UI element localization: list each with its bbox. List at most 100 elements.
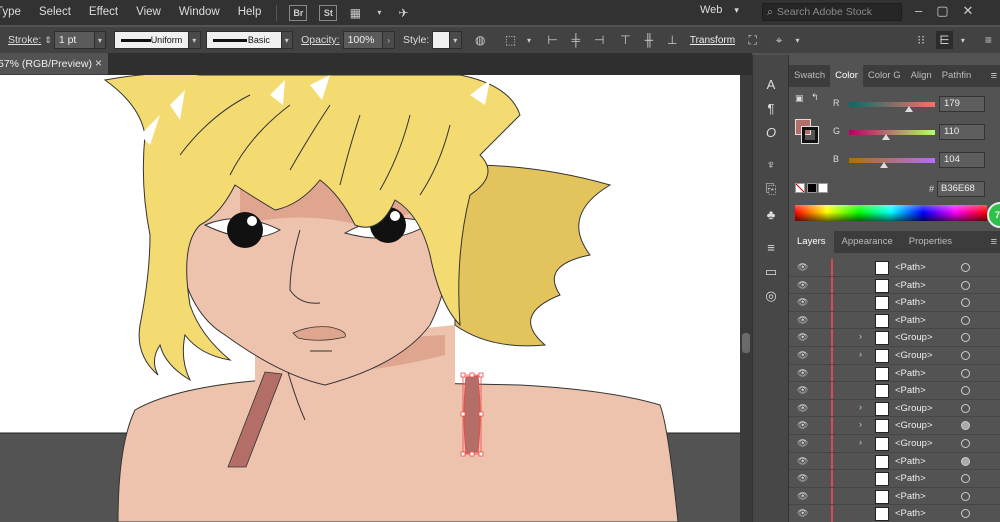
target-circle-icon[interactable] [961, 509, 970, 519]
paragraph-icon[interactable]: ¶ [762, 99, 780, 117]
target-circle-icon[interactable] [961, 403, 970, 413]
target-circle-icon[interactable] [961, 368, 970, 378]
opentype-icon[interactable]: O [762, 123, 780, 141]
menu-effect[interactable]: Effect [80, 0, 127, 25]
layer-name[interactable]: <Path> [895, 456, 926, 467]
vertical-scrollbar[interactable] [740, 75, 752, 522]
layer-row[interactable]: 👁 › <Group> [789, 417, 1000, 435]
layer-row[interactable]: 👁 › <Group> [789, 347, 1000, 365]
stock-icon[interactable]: St [319, 4, 338, 21]
red-slider-knob[interactable] [905, 106, 914, 112]
chevron-down-icon[interactable]: ▾ [281, 31, 294, 49]
layer-name[interactable]: <Path> [895, 297, 926, 308]
selection-handle[interactable] [478, 451, 484, 457]
selection-handle[interactable] [460, 411, 466, 417]
layer-name[interactable]: <Path> [895, 385, 926, 396]
panel-menu-icon[interactable]: ⋿ [935, 31, 954, 49]
stock-search-input[interactable]: ⌕ Search Adobe Stock [762, 3, 902, 21]
green-slider-track[interactable] [849, 130, 935, 135]
minimize-icon[interactable]: – [915, 3, 922, 19]
bridge-icon[interactable]: Br [289, 4, 308, 21]
visibility-eye-icon[interactable]: 👁 [797, 368, 808, 379]
chevron-down-icon[interactable]: ▾ [959, 31, 967, 49]
visibility-eye-icon[interactable]: 👁 [797, 315, 808, 326]
layer-row[interactable]: 👁 <Path> [789, 505, 1000, 522]
layer-row[interactable]: 👁 <Path> [789, 487, 1000, 506]
menu-window[interactable]: Window [170, 0, 229, 25]
selection-handle[interactable] [478, 411, 484, 417]
layer-name[interactable]: <Path> [895, 491, 926, 502]
align-to-icon[interactable]: ⬚ [502, 31, 519, 49]
tab-color[interactable]: Color [830, 65, 863, 87]
visibility-eye-icon[interactable]: 👁 [797, 280, 808, 291]
hex-value-field[interactable]: B36E68 [937, 181, 985, 197]
selection-handle[interactable] [460, 372, 466, 378]
layer-row[interactable]: 👁 <Path> [789, 452, 1000, 471]
layer-row[interactable]: 👁 <Path> [789, 276, 1000, 295]
layer-row[interactable]: 👁 › <Group> [789, 435, 1000, 453]
gradient-icon[interactable]: ▭ [762, 263, 780, 281]
opacity-field[interactable]: 100% [342, 31, 384, 49]
chevron-right-icon[interactable]: › [383, 31, 395, 49]
close-tab-icon[interactable]: × [95, 56, 102, 70]
layer-name[interactable]: <Path> [895, 315, 926, 326]
layer-name[interactable]: <Group> [895, 438, 933, 449]
stroke-label[interactable]: Stroke: [8, 34, 41, 46]
target-circle-icon[interactable] [961, 386, 970, 396]
export-icon[interactable]: ⎘ [762, 180, 780, 198]
none-color-icon[interactable] [795, 183, 805, 193]
target-circle-icon[interactable] [961, 333, 970, 343]
layer-name[interactable]: <Path> [895, 473, 926, 484]
opacity-label[interactable]: Opacity: [301, 34, 340, 46]
chevron-down-icon[interactable]: ▾ [94, 31, 107, 49]
layer-row[interactable]: 👁 <Path> [789, 294, 1000, 312]
select-similar-icon[interactable]: ⌖ [770, 31, 787, 49]
target-circle-icon[interactable] [961, 421, 970, 431]
layer-row[interactable]: 👁 <Path> [789, 311, 1000, 330]
layer-row[interactable]: 👁 <Path> [789, 364, 1000, 383]
arrange-icon[interactable]: ⁝⁝ [912, 31, 929, 49]
black-color-icon[interactable] [807, 183, 817, 193]
transform-button[interactable]: Transform [690, 35, 735, 46]
layer-row[interactable]: 👁 › <Group> [789, 329, 1000, 347]
variable-width-profile[interactable]: Uniform [113, 31, 190, 49]
workspace-switcher[interactable]: Web ▾ [700, 4, 739, 16]
visibility-eye-icon[interactable]: 👁 [797, 332, 808, 343]
visibility-eye-icon[interactable]: 👁 [797, 456, 808, 467]
align-top-icon[interactable]: ⊤ [617, 31, 634, 49]
layer-name[interactable]: <Group> [895, 332, 933, 343]
panel-menu-icon[interactable]: ≡ [991, 236, 997, 248]
layer-name[interactable]: <Path> [895, 368, 926, 379]
visibility-eye-icon[interactable]: 👁 [797, 438, 808, 449]
white-color-icon[interactable] [818, 183, 828, 193]
layer-name[interactable]: <Group> [895, 420, 933, 431]
layer-row[interactable]: 👁 › <Group> [789, 399, 1000, 418]
gpu-performance-icon[interactable]: ✈ [394, 4, 412, 22]
chevron-down-icon[interactable]: ▾ [449, 31, 462, 49]
recolor-artwork-icon[interactable]: ◍ [472, 31, 489, 49]
stroke-stepper-icon[interactable]: ⇕ [44, 35, 52, 46]
target-circle-icon[interactable] [961, 298, 970, 308]
layer-row[interactable]: 👁 <Path> [789, 470, 1000, 488]
visibility-eye-icon[interactable]: 👁 [797, 508, 808, 519]
selection-handle[interactable] [478, 372, 484, 378]
expand-arrow-icon[interactable]: › [859, 349, 862, 359]
visibility-eye-icon[interactable]: 👁 [797, 262, 808, 273]
selection-handle[interactable] [460, 451, 466, 457]
stroke-weight-field[interactable]: 1 pt [53, 31, 95, 49]
align-middle-icon[interactable]: ╫ [640, 31, 657, 49]
chevron-down-icon[interactable]: ▾ [189, 31, 201, 49]
color-spectrum[interactable] [795, 205, 987, 221]
visibility-eye-icon[interactable]: 👁 [797, 403, 808, 414]
layer-row[interactable]: 👁 <Path> [789, 382, 1000, 400]
menu-view[interactable]: View [127, 0, 170, 25]
blue-value-field[interactable]: 104 [939, 152, 985, 168]
tab-pathfinder[interactable]: Pathfin [937, 65, 977, 87]
menu-help[interactable]: Help [229, 0, 271, 25]
visibility-eye-icon[interactable]: 👁 [797, 297, 808, 308]
target-circle-icon[interactable] [961, 491, 970, 501]
tab-layers[interactable]: Layers [789, 231, 834, 253]
isolate-icon[interactable]: ⛶ [744, 31, 761, 49]
expand-arrow-icon[interactable]: › [859, 331, 862, 341]
expand-arrow-icon[interactable]: › [859, 402, 862, 412]
